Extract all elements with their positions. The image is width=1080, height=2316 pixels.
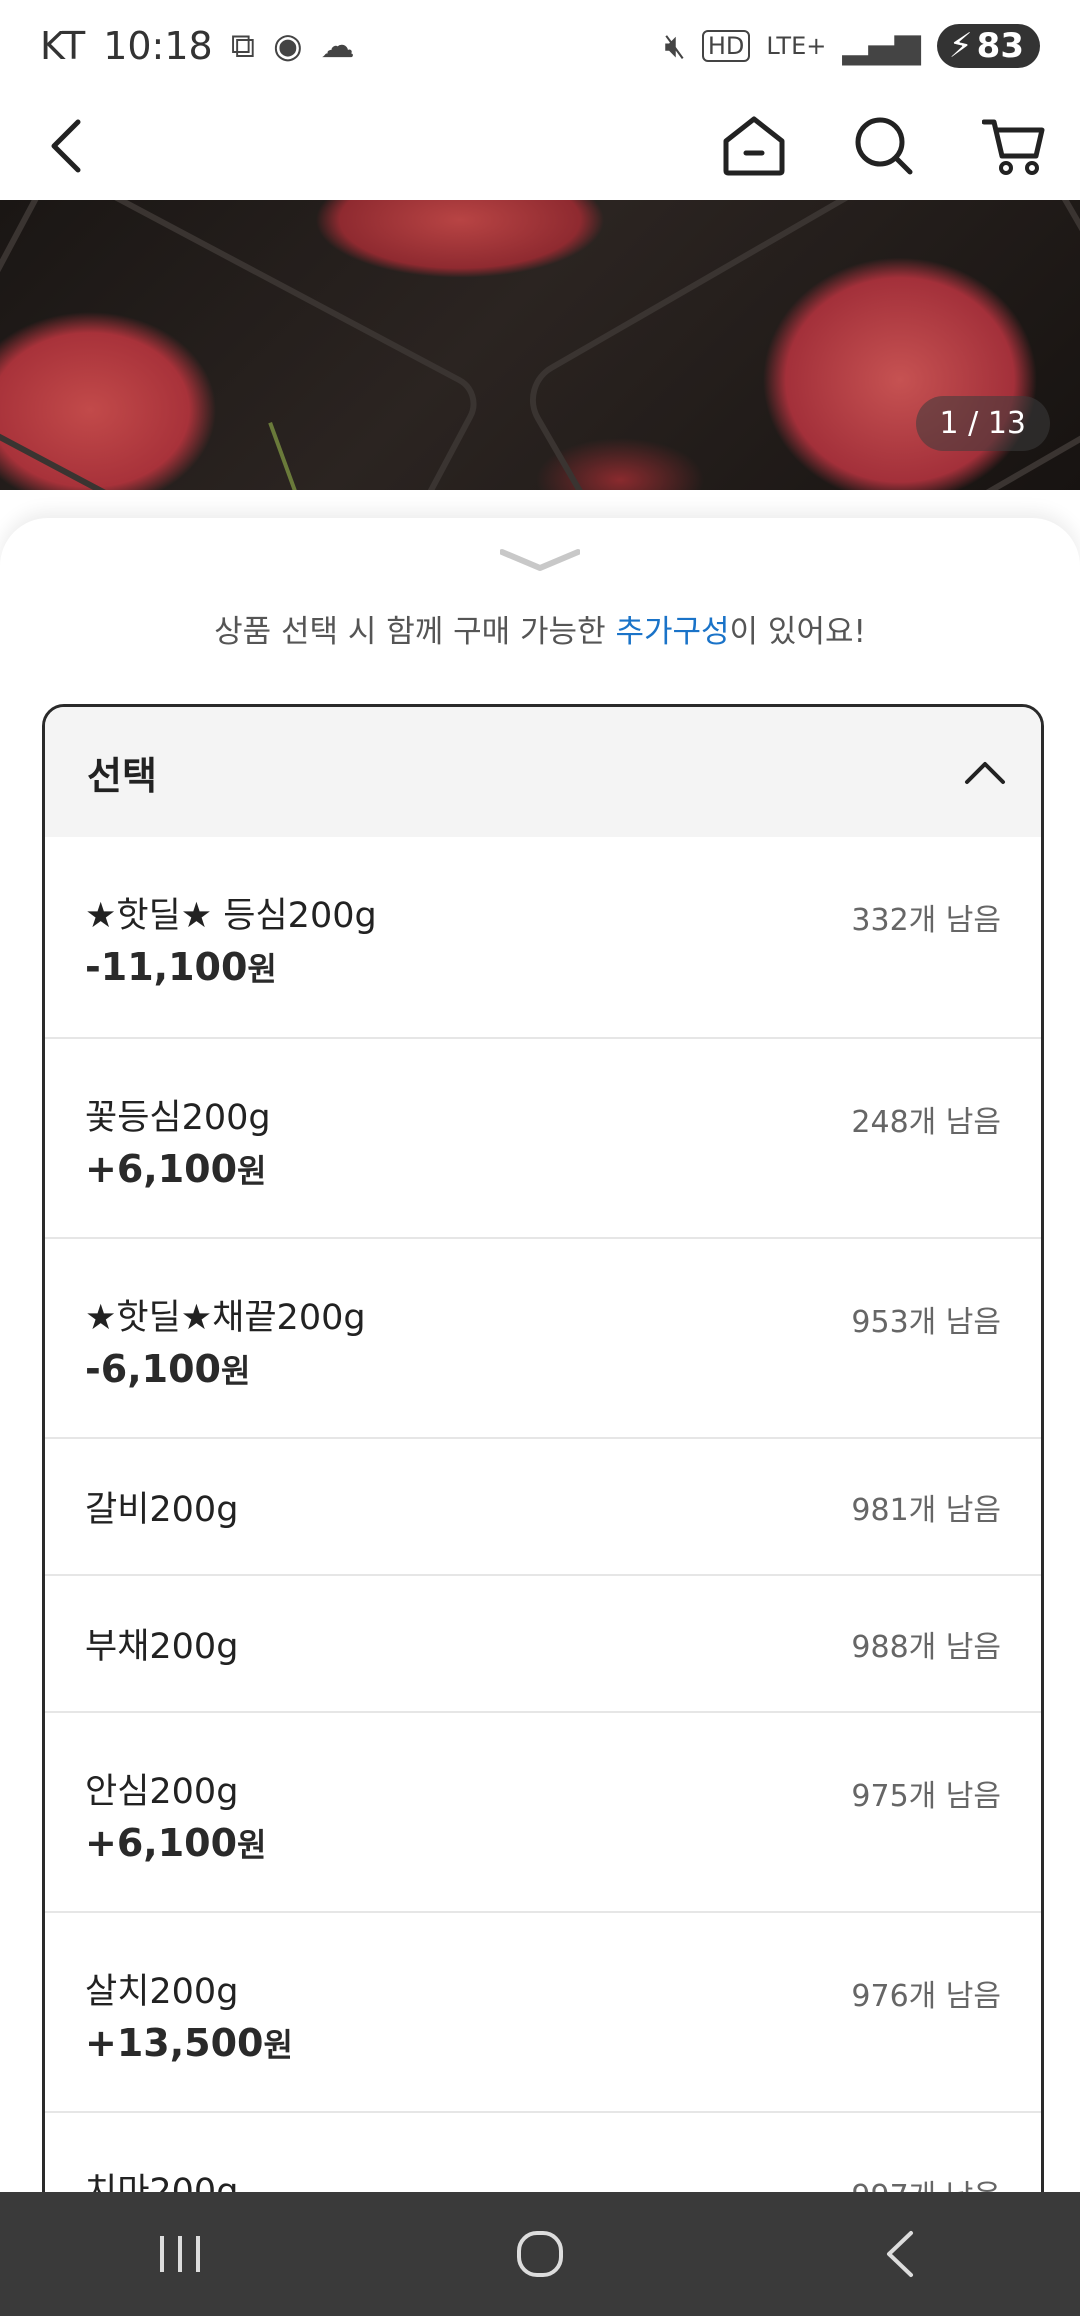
- option-price: +6,100원: [85, 1146, 1001, 1192]
- status-bar: KT 10:18 ⧉ ◉ ☁ 🔇︎ HD LTE+ ▂▄▆ ⚡ 83: [0, 0, 1080, 92]
- option-name: 부채200g: [85, 1627, 239, 1667]
- cloud-icon: ☁: [320, 26, 355, 66]
- battery-badge: ⚡ 83: [936, 24, 1040, 68]
- option-name: 갈비200g: [85, 1490, 239, 1530]
- option-item[interactable]: 부채200g 988개 남음: [45, 1574, 1041, 1711]
- chevron-down-icon: [499, 549, 581, 571]
- option-price-unit: 원: [237, 1152, 267, 1190]
- option-price: +6,100원: [85, 1820, 1001, 1866]
- screenshot-icon: ⧉: [230, 26, 255, 66]
- addon-notice: 상품 선택 시 함께 구매 가능한 추가구성이 있어요!: [0, 606, 1080, 651]
- home-button[interactable]: [718, 110, 790, 182]
- option-item[interactable]: 꽃등심200g 248개 남음 +6,100원: [45, 1037, 1041, 1237]
- option-price-value: -11,100: [85, 945, 248, 989]
- option-sheet: 상품 선택 시 함께 구매 가능한 추가구성이 있어요! 선택 ★핫딜★ 등심2…: [0, 518, 1080, 2230]
- addon-highlight[interactable]: 추가구성: [615, 614, 729, 650]
- option-price-unit: 원: [263, 2026, 293, 2064]
- system-home-button[interactable]: [504, 2218, 576, 2290]
- notice-text-end: 이 있어요!: [729, 614, 866, 650]
- option-stock: 988개 남음: [851, 1629, 1001, 1665]
- option-item[interactable]: 갈비200g 981개 남음: [45, 1437, 1041, 1574]
- option-price: -6,100원: [85, 1346, 1001, 1392]
- option-price-value: +6,100: [85, 1147, 238, 1191]
- cart-icon: [982, 119, 1045, 175]
- option-price-unit: 원: [237, 1826, 267, 1864]
- option-stock: 975개 남음: [851, 1779, 1001, 1814]
- charging-icon: ⚡: [948, 26, 973, 66]
- option-stock: 248개 남음: [851, 1105, 1001, 1140]
- search-icon: [855, 117, 913, 175]
- option-price: -11,100원: [85, 944, 1001, 990]
- option-item[interactable]: ★핫딜★ 등심200g 332개 남음 -11,100원: [45, 837, 1041, 1037]
- product-image-carousel[interactable]: 1 / 13: [0, 200, 1080, 490]
- option-stock: 976개 남음: [851, 1979, 1001, 2014]
- option-item[interactable]: 살치200g 976개 남음 +13,500원: [45, 1911, 1041, 2111]
- top-nav: [0, 92, 1080, 200]
- option-price-value: +13,500: [85, 2021, 264, 2065]
- sheet-collapse-handle[interactable]: [499, 548, 581, 574]
- back-button[interactable]: [30, 110, 102, 182]
- option-stock: 953개 남음: [851, 1305, 1001, 1340]
- mute-icon: 🔇︎: [664, 26, 686, 66]
- option-price: +13,500원: [85, 2020, 1001, 2066]
- cart-button[interactable]: [978, 110, 1050, 182]
- home-icon: [723, 116, 785, 176]
- option-select-header[interactable]: 선택: [45, 707, 1041, 837]
- back-arrow-icon: [51, 119, 81, 173]
- meat-tray-decoration: [0, 200, 488, 490]
- chevron-up-icon: [965, 762, 1005, 784]
- battery-level: 83: [976, 26, 1024, 66]
- option-price-value: +6,100: [85, 1821, 238, 1865]
- hd-icon: HD: [701, 30, 751, 62]
- search-button[interactable]: [848, 110, 920, 182]
- clock: 10:18: [103, 24, 213, 68]
- recent-apps-button[interactable]: [144, 2218, 216, 2290]
- network-icon: LTE+: [766, 32, 827, 60]
- option-select-panel: 선택 ★핫딜★ 등심200g 332개 남음 -11,100원 꽃등심200g …: [42, 704, 1044, 2230]
- option-stock: 332개 남음: [851, 903, 1001, 938]
- option-stock: 981개 남음: [851, 1492, 1001, 1528]
- app-notification-icon: ◉: [272, 26, 303, 66]
- image-counter: 1 / 13: [915, 396, 1050, 451]
- option-price-unit: 원: [247, 950, 277, 988]
- recent-apps-icon: [160, 2236, 200, 2272]
- option-select-title: 선택: [87, 753, 157, 798]
- option-item[interactable]: 안심200g 975개 남음 +6,100원: [45, 1711, 1041, 1911]
- option-price-unit: 원: [220, 1352, 251, 1390]
- signal-icon: ▂▄▆: [842, 26, 921, 66]
- system-back-icon: [887, 2231, 913, 2277]
- option-price-value: -6,100: [85, 1347, 221, 1391]
- notice-text: 상품 선택 시 함께 구매 가능한: [214, 614, 616, 650]
- home-circle-icon: [517, 2231, 563, 2277]
- system-nav-bar: [0, 2192, 1080, 2316]
- carrier-label: KT: [40, 24, 86, 68]
- system-back-button[interactable]: [864, 2218, 936, 2290]
- option-item[interactable]: ★핫딜★채끝200g 953개 남음 -6,100원: [45, 1237, 1041, 1437]
